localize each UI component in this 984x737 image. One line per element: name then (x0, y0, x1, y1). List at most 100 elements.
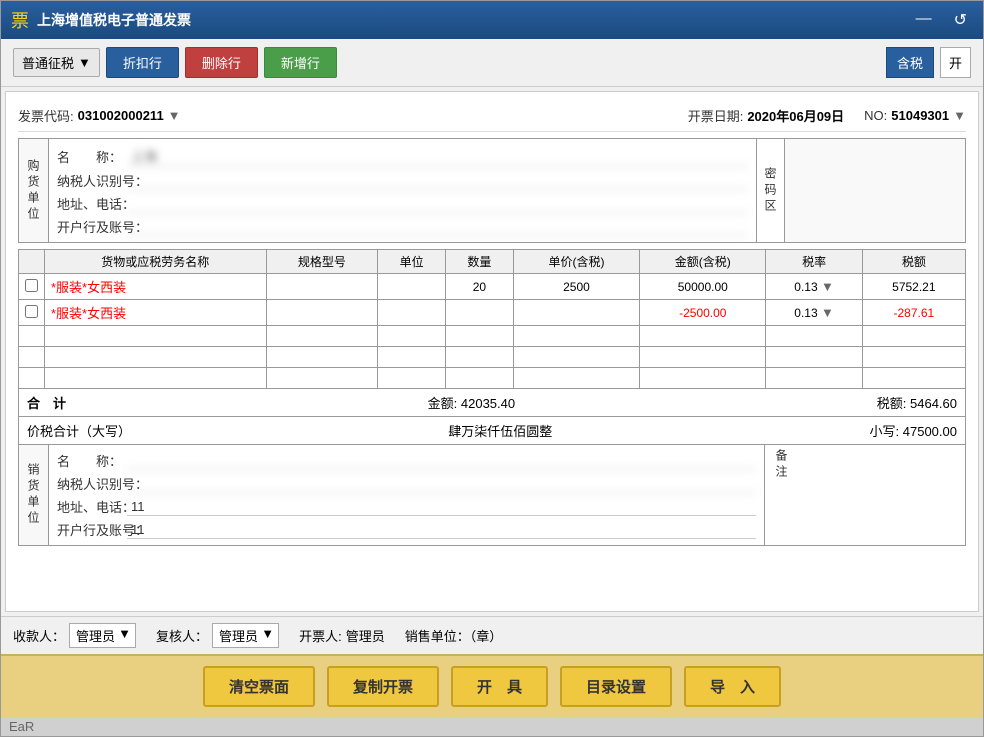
no-label: NO: (864, 108, 887, 123)
invoice-header: 发票代码: 031002000211 ▼ 开票日期: 2020年06月09日 N… (18, 100, 966, 132)
tax-value: 5464.60 (910, 396, 957, 411)
delete-row-button[interactable]: 删除行 (185, 47, 258, 78)
header-spec: 规格型号 (266, 250, 378, 274)
buyer-section-label: 购货单位 (19, 139, 49, 242)
small-value: 47500.00 (903, 424, 957, 439)
add-row-button[interactable]: 新增行 (264, 47, 337, 78)
seller-address-label: 地址、电话： (57, 497, 127, 516)
receiver-arrow: ▼ (118, 626, 131, 641)
row-qty[interactable] (446, 300, 514, 326)
seller-bank-label: 开户行及账号： (57, 520, 127, 539)
tax-toggle-button[interactable]: 含税 (886, 47, 934, 78)
seller-bank-value[interactable]: 11 (127, 521, 756, 539)
no-value: 51049301 (891, 108, 949, 123)
header-checkbox (19, 250, 45, 274)
remarks-label: 备注 (773, 449, 790, 481)
header-qty: 数量 (446, 250, 514, 274)
row-checkbox[interactable] (19, 274, 45, 300)
row-checkbox[interactable] (19, 300, 45, 326)
seller-tin-row: 纳税人识别号： (57, 472, 756, 495)
code-dropdown-arrow[interactable]: ▼ (168, 108, 181, 123)
totals-label: 合 计 (27, 393, 66, 412)
row-tax-amount[interactable]: -287.61 (862, 300, 965, 326)
seller-tin-label: 纳税人识别号： (57, 474, 127, 493)
uppercase-chinese-value: 肆万柒仟伍佰圆整 (448, 421, 552, 440)
header-item-name: 货物或应税劳务名称 (45, 250, 267, 274)
row-tax-amount[interactable]: 5752.21 (862, 274, 965, 300)
row-unit[interactable] (378, 300, 446, 326)
seller-fields: 名 称： 纳税人识别号： 地址、电话： 11 开户行及账号： 11 (49, 445, 765, 545)
uppercase-row: 价税合计（大写） 肆万柒仟伍佰圆整 小写: 47500.00 (18, 417, 966, 445)
reviewer-dropdown[interactable]: 管理员 ▼ (212, 623, 279, 648)
discount-row-button[interactable]: 折扣行 (106, 47, 179, 78)
clear-button[interactable]: 清空票面 (203, 666, 315, 707)
row-item-name[interactable]: *服装*女西装 (45, 300, 267, 326)
copy-button[interactable]: 复制开票 (327, 666, 439, 707)
titlebar-left: 票 上海增值税电子普通发票 (11, 7, 191, 33)
buyer-address-value[interactable] (127, 195, 748, 213)
row-spec[interactable] (266, 274, 378, 300)
status-text: EaR (9, 719, 34, 734)
row-spec[interactable] (266, 300, 378, 326)
reviewer-label: 复核人： (156, 626, 208, 645)
buyer-name-label: 名 称： (57, 147, 127, 166)
invoice-date-section: 开票日期: 2020年06月09日 (688, 106, 844, 125)
buyer-tin-row: 纳税人识别号： (57, 169, 748, 192)
small-label: 小写: (870, 424, 900, 439)
reviewer-arrow: ▼ (261, 626, 274, 641)
buyer-address-row: 地址、电话： (57, 192, 748, 215)
invoice-type-label: 普通征税 (22, 53, 74, 72)
header-unit-price: 单价(含税) (513, 250, 639, 274)
buyer-name-value[interactable]: 上海 (127, 145, 748, 167)
row-amount[interactable]: -2500.00 (640, 300, 766, 326)
receiver-label: 收款人： (13, 626, 65, 645)
toolbar: 普通征税 ▼ 折扣行 删除行 新增行 含税 开 (1, 39, 983, 87)
invoice-type-dropdown[interactable]: 普通征税 ▼ (13, 48, 100, 77)
table-row: *服装*女西装 -2500.00 0.13 ▼ -287.61 (19, 300, 966, 326)
uppercase-small: 小写: 47500.00 (870, 421, 957, 440)
table-row-empty (19, 347, 966, 368)
buyer-bank-value[interactable] (127, 218, 748, 236)
issue-button[interactable]: 开 具 (451, 666, 548, 707)
reviewer-field: 复核人： 管理员 ▼ (156, 623, 279, 648)
remarks-section: 备注 (765, 445, 965, 545)
toolbar-right: 含税 开 (886, 47, 971, 78)
totals-tax: 税额: 5464.60 (877, 393, 957, 412)
seller-tin-value[interactable] (127, 475, 756, 493)
table-row-empty (19, 326, 966, 347)
row-tax-rate[interactable]: 0.13 ▼ (766, 300, 862, 326)
tax-toggle-value[interactable]: 开 (940, 47, 971, 78)
code-label: 发票代码: (18, 106, 74, 125)
row-unit-price[interactable] (513, 300, 639, 326)
buyer-fields: 名 称： 上海 纳税人识别号： 地址、电话： 开户行及账号： (49, 139, 757, 242)
row-unit[interactable] (378, 274, 446, 300)
buyer-tin-value[interactable] (127, 172, 748, 190)
main-window: 票 上海增值税电子普通发票 — ↺ 普通征税 ▼ 折扣行 删除行 新增行 含税 … (0, 0, 984, 737)
receiver-dropdown[interactable]: 管理员 ▼ (69, 623, 136, 648)
code-value: 031002000211 (78, 108, 164, 123)
row-unit-price[interactable]: 2500 (513, 274, 639, 300)
row-tax-rate[interactable]: 0.13 ▼ (766, 274, 862, 300)
no-dropdown-arrow[interactable]: ▼ (953, 108, 966, 123)
import-button[interactable]: 导 入 (684, 666, 781, 707)
seller-unit-field: 销售单位：（章） (405, 626, 503, 645)
row-item-name[interactable]: *服装*女西装 (45, 274, 267, 300)
minimize-button[interactable]: — (910, 8, 938, 32)
invoice-main: 发票代码: 031002000211 ▼ 开票日期: 2020年06月09日 N… (5, 91, 979, 612)
row-qty[interactable]: 20 (446, 274, 514, 300)
issuer-label: 开票人: (299, 626, 342, 645)
seller-section-wrap: 销货单位 名 称： 纳税人识别号： 地址、电话： 11 开户行及账号： 11 (18, 445, 966, 546)
seller-address-value[interactable]: 11 (127, 498, 756, 516)
seller-name-value[interactable] (127, 452, 756, 470)
close-button[interactable]: ↺ (948, 8, 973, 32)
titlebar: 票 上海增值税电子普通发票 — ↺ (1, 1, 983, 39)
header-unit: 单位 (378, 250, 446, 274)
app-icon: 票 (11, 7, 29, 33)
seller-section-label: 销货单位 (19, 445, 49, 545)
seller-address-row: 地址、电话： 11 (57, 495, 756, 518)
catalog-button[interactable]: 目录设置 (560, 666, 672, 707)
issuer-value: 管理员 (346, 626, 385, 645)
receiver-field: 收款人： 管理员 ▼ (13, 623, 136, 648)
row-amount[interactable]: 50000.00 (640, 274, 766, 300)
reviewer-value: 管理员 (219, 629, 258, 644)
